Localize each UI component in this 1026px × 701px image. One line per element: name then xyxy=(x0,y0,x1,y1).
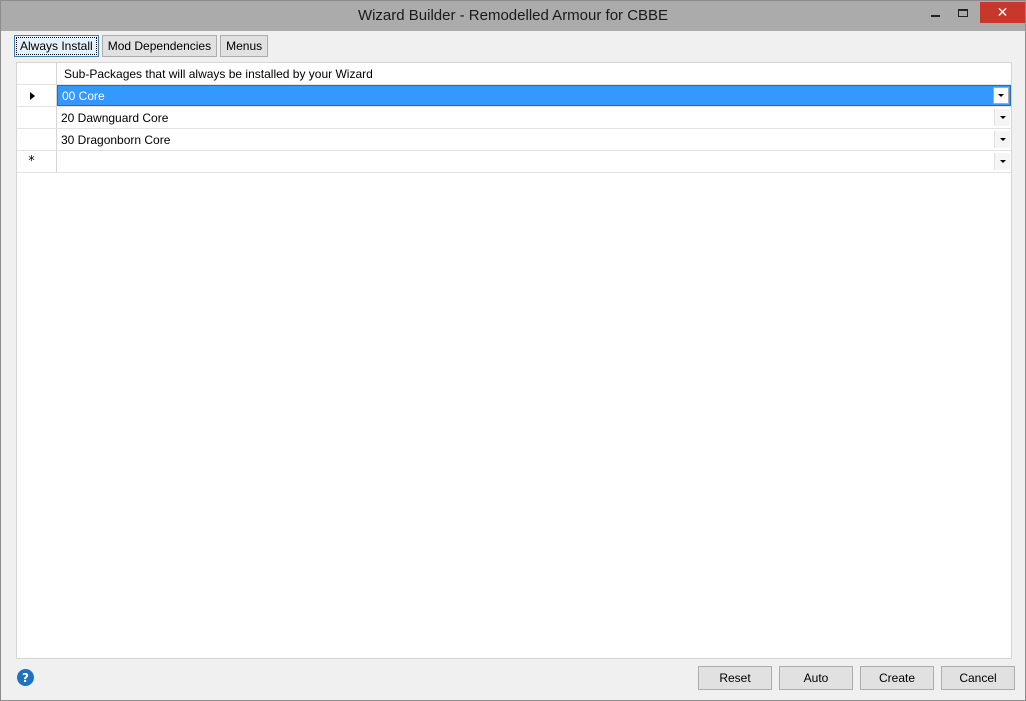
sub-package-value: 30 Dragonborn Core xyxy=(61,132,171,147)
current-row-icon xyxy=(30,91,35,100)
minimize-button[interactable] xyxy=(921,2,949,23)
dropdown-button[interactable] xyxy=(994,153,1010,170)
row-header[interactable] xyxy=(17,85,57,106)
reset-button[interactable]: Reset xyxy=(698,666,772,690)
cancel-button[interactable]: Cancel xyxy=(941,666,1015,690)
maximize-icon xyxy=(958,8,968,17)
row-header[interactable]: * xyxy=(17,151,57,172)
table-row[interactable]: 20 Dawnguard Core xyxy=(17,107,1011,129)
new-row[interactable]: * xyxy=(17,151,1011,173)
client-area: Always Install Mod Dependencies Menus Su… xyxy=(8,31,1018,695)
sub-package-cell[interactable]: 00 Core xyxy=(57,85,1011,106)
chevron-down-icon xyxy=(998,94,1004,97)
column-header[interactable]: Sub-Packages that will always be install… xyxy=(57,63,1011,84)
window-title: Wizard Builder - Remodelled Armour for C… xyxy=(357,7,669,24)
help-icon[interactable]: ? xyxy=(17,669,34,686)
chevron-down-icon xyxy=(999,116,1006,119)
close-icon: ✕ xyxy=(996,4,1009,21)
tab-strip: Always Install Mod Dependencies Menus xyxy=(14,35,269,57)
create-button[interactable]: Create xyxy=(860,666,934,690)
row-header[interactable] xyxy=(17,129,57,150)
title-bar[interactable]: Wizard Builder - Remodelled Armour for C… xyxy=(1,1,1025,31)
sub-package-value: 00 Core xyxy=(62,88,105,103)
table-row[interactable]: 30 Dragonborn Core xyxy=(17,129,1011,151)
new-row-icon: * xyxy=(28,154,35,169)
tab-always-install[interactable]: Always Install xyxy=(14,35,99,57)
tab-mod-dependencies[interactable]: Mod Dependencies xyxy=(101,35,218,57)
dropdown-button[interactable] xyxy=(993,87,1009,104)
grid-header-row: Sub-Packages that will always be install… xyxy=(17,63,1011,85)
tab-menus[interactable]: Menus xyxy=(220,35,269,57)
chevron-down-icon xyxy=(999,138,1006,141)
table-row[interactable]: 00 Core xyxy=(17,85,1011,107)
dropdown-button[interactable] xyxy=(994,109,1010,126)
chevron-down-icon xyxy=(999,160,1006,163)
auto-button[interactable]: Auto xyxy=(779,666,853,690)
minimize-icon xyxy=(930,14,940,17)
maximize-button[interactable] xyxy=(949,2,977,23)
dropdown-button[interactable] xyxy=(994,131,1010,148)
row-header[interactable] xyxy=(17,107,57,128)
corner-header[interactable] xyxy=(17,63,57,84)
close-button[interactable]: ✕ xyxy=(980,2,1025,23)
sub-package-value: 20 Dawnguard Core xyxy=(61,110,169,125)
sub-package-cell[interactable]: 20 Dawnguard Core xyxy=(57,107,1011,128)
sub-package-cell[interactable] xyxy=(57,151,1011,172)
wizard-builder-window: Wizard Builder - Remodelled Armour for C… xyxy=(0,0,1026,701)
sub-package-cell[interactable]: 30 Dragonborn Core xyxy=(57,129,1011,150)
sub-packages-grid[interactable]: Sub-Packages that will always be install… xyxy=(16,62,1012,659)
